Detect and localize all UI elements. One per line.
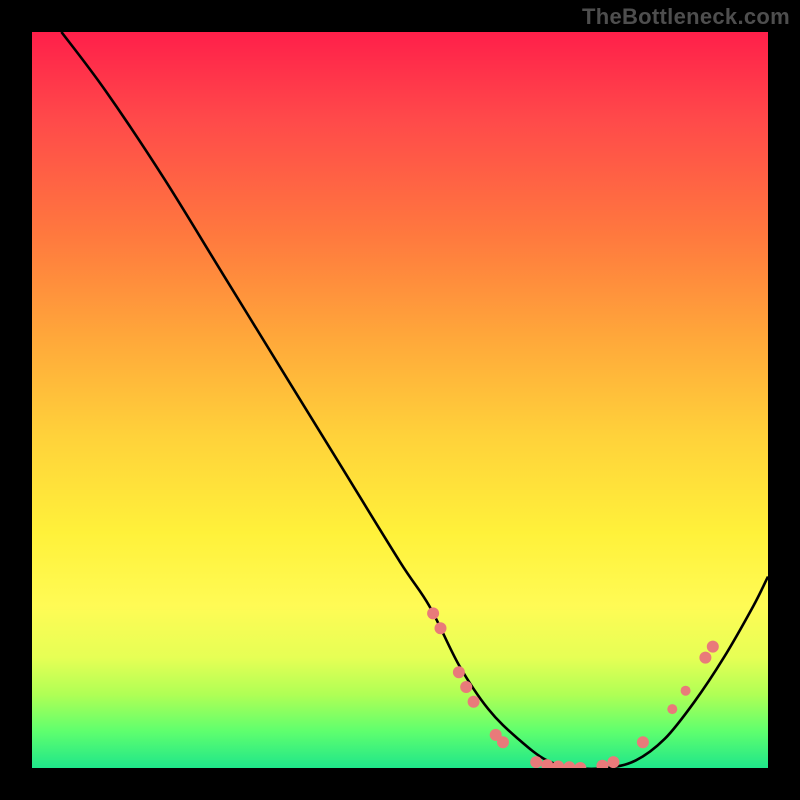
- watermark-text: TheBottleneck.com: [582, 4, 790, 30]
- data-marker: [681, 686, 691, 696]
- data-marker: [596, 760, 608, 768]
- data-marker: [552, 761, 564, 769]
- data-marker: [435, 622, 447, 634]
- data-marker: [453, 666, 465, 678]
- data-marker: [497, 736, 509, 748]
- data-marker: [563, 761, 575, 768]
- marker-layer: [427, 607, 719, 768]
- data-marker: [707, 641, 719, 653]
- bottleneck-curve: [61, 32, 768, 768]
- data-marker: [530, 756, 542, 768]
- data-marker: [574, 762, 586, 768]
- data-marker: [637, 736, 649, 748]
- chart-frame: TheBottleneck.com: [0, 0, 800, 800]
- data-marker: [460, 681, 472, 693]
- data-marker: [468, 696, 480, 708]
- data-marker: [541, 759, 553, 768]
- data-marker: [607, 756, 619, 768]
- data-marker: [427, 607, 439, 619]
- curve-layer: [61, 32, 768, 768]
- chart-svg: [32, 32, 768, 768]
- data-marker: [667, 704, 677, 714]
- plot-area: [32, 32, 768, 768]
- data-marker: [699, 652, 711, 664]
